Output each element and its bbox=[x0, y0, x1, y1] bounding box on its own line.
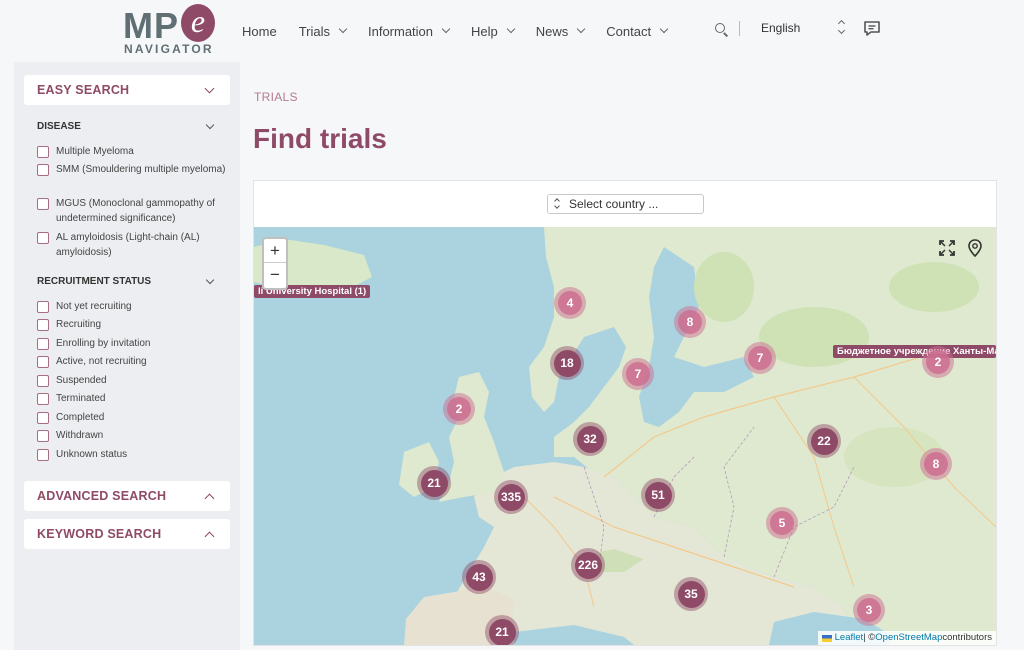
recruitment-option[interactable]: Completed bbox=[37, 410, 227, 425]
chevron-up-icon bbox=[204, 493, 215, 504]
chevron-down-icon bbox=[205, 120, 215, 130]
chevron-down-icon bbox=[204, 83, 215, 94]
logo-e-mark: e bbox=[181, 4, 215, 42]
map-cluster[interactable]: 32 bbox=[573, 422, 607, 456]
map-cluster[interactable]: 43 bbox=[462, 560, 496, 594]
checkbox[interactable] bbox=[37, 375, 49, 387]
chevron-down-icon bbox=[659, 24, 669, 34]
nav-news[interactable]: News bbox=[536, 24, 586, 39]
ukraine-flag-icon bbox=[821, 634, 832, 642]
map-cluster[interactable]: 3 bbox=[853, 594, 885, 626]
breadcrumb[interactable]: TRIALS bbox=[254, 90, 298, 104]
map-cluster[interactable]: 35 bbox=[674, 577, 708, 611]
recruitment-option[interactable]: Active, not recruiting bbox=[37, 354, 227, 369]
disease-option[interactable]: Multiple Myeloma bbox=[37, 144, 227, 159]
zoom-out-button[interactable]: − bbox=[264, 263, 286, 287]
logo-mp-text: MP bbox=[123, 5, 179, 46]
locate-marker-icon[interactable] bbox=[964, 237, 986, 259]
zoom-control: + − bbox=[262, 237, 288, 290]
checkbox[interactable] bbox=[37, 164, 49, 176]
feedback-chat-icon[interactable] bbox=[863, 20, 881, 37]
checkbox[interactable] bbox=[37, 319, 49, 331]
map-cluster[interactable]: 4 bbox=[554, 287, 586, 319]
chevron-up-icon bbox=[204, 531, 215, 542]
language-select[interactable]: English bbox=[761, 21, 800, 35]
advanced-search-title: ADVANCED SEARCH bbox=[37, 489, 167, 503]
checkbox[interactable] bbox=[37, 412, 49, 424]
nav-contact[interactable]: Contact bbox=[606, 24, 669, 39]
nav-information[interactable]: Information bbox=[368, 24, 451, 39]
site-header: MP e NAVIGATOR Home Trials Information H… bbox=[0, 0, 1024, 62]
map-cluster[interactable]: 5 bbox=[766, 507, 798, 539]
map-attribution: Leaflet | © OpenStreetMap contributors bbox=[817, 631, 996, 645]
recruitment-section-toggle[interactable]: RECRUITMENT STATUS bbox=[37, 275, 217, 287]
disease-section-toggle[interactable]: DISEASE bbox=[37, 120, 217, 132]
checkbox[interactable] bbox=[37, 338, 49, 350]
fullscreen-icon[interactable] bbox=[936, 237, 958, 259]
zoom-in-button[interactable]: + bbox=[264, 239, 286, 263]
map-cluster[interactable]: 18 bbox=[550, 346, 584, 380]
checkbox[interactable] bbox=[37, 198, 49, 210]
select-arrows-icon[interactable] bbox=[837, 19, 846, 35]
disease-option[interactable]: MGUS (Monoclonal gammopathy of undetermi… bbox=[37, 196, 227, 226]
map-cluster[interactable]: 2 bbox=[922, 346, 954, 378]
recruitment-option[interactable]: Terminated bbox=[37, 391, 227, 406]
search-icon[interactable] bbox=[715, 23, 729, 37]
trials-map[interactable]: li University Hospital (1) Бюджетное учр… bbox=[254, 227, 996, 645]
disease-option[interactable]: SMM (Smouldering multiple myeloma) bbox=[37, 162, 227, 177]
chevron-down-icon bbox=[338, 24, 348, 34]
keyword-search-toggle[interactable]: KEYWORD SEARCH bbox=[24, 519, 230, 549]
disease-option[interactable]: AL amyloidosis (Light-chain (AL) amyloid… bbox=[37, 230, 227, 260]
advanced-search-toggle[interactable]: ADVANCED SEARCH bbox=[24, 481, 230, 511]
nav-home[interactable]: Home bbox=[242, 24, 277, 39]
map-cluster[interactable]: 8 bbox=[920, 448, 952, 480]
filter-sidebar: EASY SEARCH DISEASE Multiple Myeloma SMM… bbox=[14, 62, 240, 650]
checkbox[interactable] bbox=[37, 232, 49, 244]
country-select[interactable]: Select country ... bbox=[547, 194, 704, 214]
map-cluster[interactable]: 226 bbox=[571, 548, 605, 582]
map-cluster[interactable]: 21 bbox=[417, 466, 451, 500]
nav-trials[interactable]: Trials bbox=[299, 24, 348, 39]
chevron-down-icon bbox=[205, 275, 215, 285]
map-marker-label[interactable]: Бюджетное учреждение Ханты-Ма bbox=[833, 345, 996, 358]
easy-search-title: EASY SEARCH bbox=[37, 83, 130, 97]
site-logo[interactable]: MP e NAVIGATOR bbox=[123, 4, 215, 58]
page-title: Find trials bbox=[253, 123, 387, 154]
chevron-down-icon bbox=[577, 24, 586, 34]
recruitment-option[interactable]: Enrolling by invitation bbox=[37, 336, 227, 351]
map-cluster[interactable]: 335 bbox=[494, 480, 528, 514]
checkbox[interactable] bbox=[37, 430, 49, 442]
osm-link[interactable]: OpenStreetMap bbox=[875, 631, 942, 645]
easy-search-toggle[interactable]: EASY SEARCH bbox=[24, 75, 230, 105]
map-cluster[interactable]: 7 bbox=[622, 358, 654, 390]
chevron-down-icon bbox=[441, 24, 451, 34]
recruitment-option[interactable]: Not yet recruiting bbox=[37, 299, 227, 314]
map-cluster[interactable]: 7 bbox=[744, 342, 776, 374]
nav-help[interactable]: Help bbox=[471, 24, 516, 39]
recruitment-option[interactable]: Withdrawn bbox=[37, 428, 227, 443]
map-cluster[interactable]: 22 bbox=[807, 424, 841, 458]
map-cluster[interactable]: 21 bbox=[485, 615, 519, 645]
map-cluster[interactable]: 2 bbox=[443, 393, 475, 425]
nav-divider bbox=[739, 21, 740, 36]
checkbox[interactable] bbox=[37, 301, 49, 313]
recruitment-option[interactable]: Suspended bbox=[37, 373, 227, 388]
leaflet-link[interactable]: Leaflet bbox=[835, 631, 864, 645]
select-arrows-icon bbox=[554, 198, 561, 209]
map-cluster[interactable]: 51 bbox=[641, 478, 675, 512]
keyword-search-title: KEYWORD SEARCH bbox=[37, 527, 162, 541]
checkbox[interactable] bbox=[37, 146, 49, 158]
chevron-down-icon bbox=[506, 24, 516, 34]
recruitment-option[interactable]: Recruiting bbox=[37, 317, 227, 332]
map-cluster[interactable]: 8 bbox=[674, 306, 706, 338]
logo-navigator-text: NAVIGATOR bbox=[124, 42, 214, 56]
checkbox[interactable] bbox=[37, 356, 49, 368]
map-card: Select country ... li University Hospita… bbox=[253, 180, 997, 646]
checkbox[interactable] bbox=[37, 449, 49, 461]
checkbox[interactable] bbox=[37, 393, 49, 405]
recruitment-option[interactable]: Unknown status bbox=[37, 447, 227, 462]
main-nav: Home Trials Information Help News Contac… bbox=[242, 22, 689, 40]
